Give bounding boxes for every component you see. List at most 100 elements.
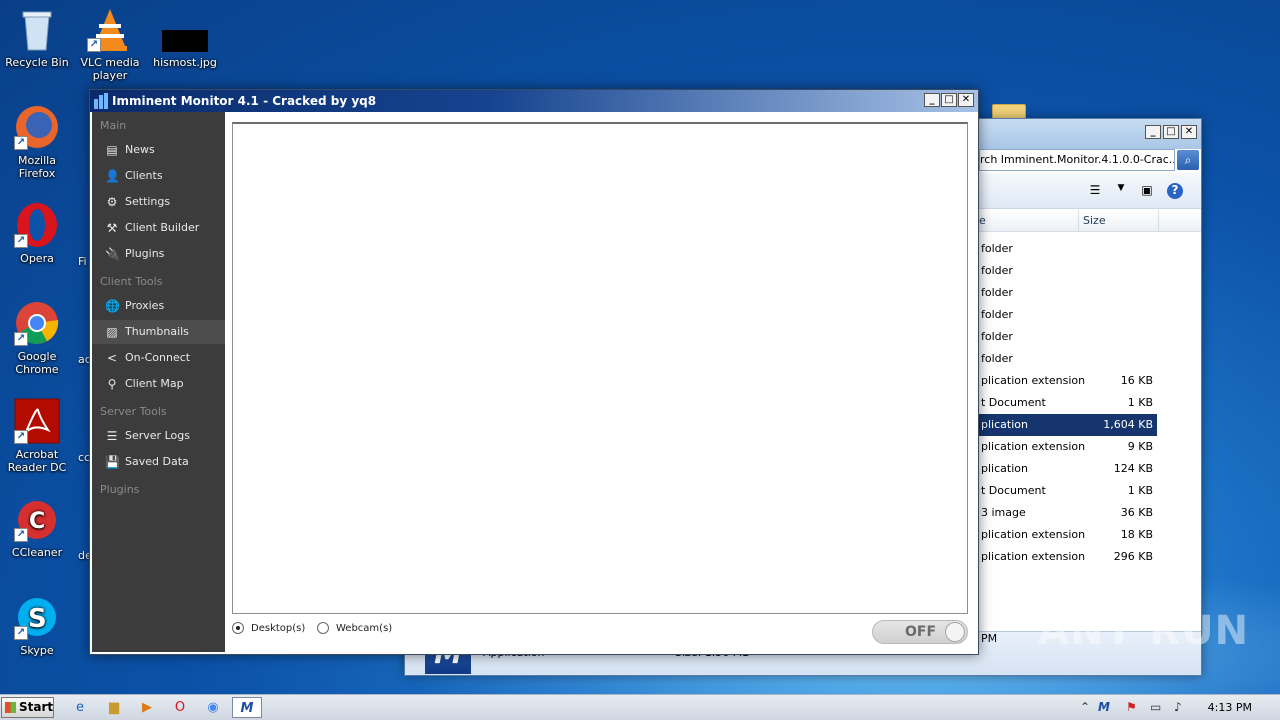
sidebar-item-clients[interactable]: 👤 Clients — [92, 164, 225, 188]
desktop-icon-hismost[interactable]: hismost.jpg — [148, 6, 222, 69]
logs-icon: ☰ — [106, 429, 118, 443]
taskbar-ie-icon[interactable]: e — [65, 697, 95, 718]
sidebar-item-label: Saved Data — [125, 455, 189, 468]
desktop-icon-ccleaner[interactable]: C ↗ CCleaner — [0, 496, 74, 559]
sidebar-item-client-map[interactable]: ⚲ Client Map — [92, 372, 225, 396]
details-time: PM — [981, 632, 998, 645]
file-row[interactable]: folder — [975, 260, 1157, 282]
radio-button[interactable] — [232, 622, 244, 634]
app-title: Imminent Monitor 4.1 - Cracked by yq8 — [112, 94, 377, 108]
taskbar-clock[interactable]: 4:13 PM — [1208, 701, 1252, 714]
close-button[interactable]: ✕ — [1181, 125, 1197, 139]
sidebar-item-label: Settings — [125, 195, 171, 208]
shortcut-arrow-icon: ↗ — [14, 234, 28, 248]
volume-icon[interactable]: ♪ — [1174, 700, 1182, 714]
file-type: plication — [981, 418, 1028, 431]
action-center-icon[interactable]: ⚑ — [1126, 700, 1137, 714]
imminent-monitor-window[interactable]: Imminent Monitor 4.1 - Cracked by yq8 _ … — [89, 89, 979, 655]
desktop-icon-label: Google Chrome — [15, 350, 59, 376]
view-options-icon[interactable]: ☰ — [1087, 183, 1103, 199]
sidebar-item-news[interactable]: ▤ News — [92, 138, 225, 162]
svg-text:S: S — [28, 604, 47, 634]
column-header-type[interactable]: e — [975, 210, 1079, 231]
sidebar-item-on-connect[interactable]: < On-Connect — [92, 346, 225, 370]
desktop-icon-chrome[interactable]: ↗ Google Chrome — [0, 300, 74, 376]
file-row[interactable]: plication 124 KB — [975, 458, 1157, 480]
sidebar-item-server-logs[interactable]: ☰ Server Logs — [92, 424, 225, 448]
file-row[interactable]: folder — [975, 304, 1157, 326]
file-size: 1 KB — [1127, 484, 1153, 497]
thumbnails-panel[interactable] — [232, 122, 968, 614]
start-label: Start — [19, 700, 54, 714]
file-row[interactable]: folder — [975, 282, 1157, 304]
sidebar-item-label: Plugins — [125, 247, 165, 260]
news-icon: ▤ — [106, 143, 118, 157]
shortcut-arrow-icon: ↗ — [87, 38, 101, 52]
radio-webcams[interactable]: Webcam(s) — [317, 622, 392, 634]
desktop-icon-recycle-bin[interactable]: Recycle Bin — [0, 6, 74, 69]
sidebar-item-plugins[interactable]: 🔌 Plugins — [92, 242, 225, 266]
start-button[interactable]: Start — [1, 697, 54, 718]
desktop-icon-skype[interactable]: S ↗ Skype — [0, 594, 74, 657]
sidebar-item-label: Client Builder — [125, 221, 200, 234]
shortcut-arrow-icon: ↗ — [14, 528, 28, 542]
sidebar-item-saved-data[interactable]: 💾 Saved Data — [92, 450, 225, 474]
column-header-size[interactable]: Size — [1079, 210, 1159, 231]
desktop-icon-acrobat[interactable]: ↗ Acrobat Reader DC — [0, 398, 74, 474]
show-hidden-icons-icon[interactable]: ⌃ — [1080, 700, 1090, 714]
help-icon[interactable]: ? — [1167, 183, 1183, 199]
file-row[interactable]: plication extension 9 KB — [975, 436, 1157, 458]
thumbnails-toggle[interactable]: OFF — [872, 620, 968, 644]
sidebar-item-client-builder[interactable]: ⚒ Client Builder — [92, 216, 225, 240]
skype-icon: S ↗ — [14, 594, 60, 640]
file-size: 1 KB — [1127, 396, 1153, 409]
sidebar-section-main: Main — [100, 119, 127, 132]
radio-button[interactable] — [317, 622, 329, 634]
taskbar-opera-icon[interactable]: O — [165, 697, 195, 718]
taskbar-chrome-icon[interactable]: ◉ — [198, 697, 228, 718]
taskbar-explorer-icon[interactable]: ▆ — [99, 697, 129, 718]
hammer-icon: ⚒ — [106, 221, 118, 235]
desktop-icon-opera[interactable]: ↗ Opera — [0, 202, 74, 265]
file-row[interactable]: 3 image 36 KB — [975, 502, 1157, 524]
sidebar-item-thumbnails[interactable]: ▨ Thumbnails — [92, 320, 225, 344]
file-row[interactable]: plication extension 18 KB — [975, 524, 1157, 546]
image-file-icon — [162, 6, 208, 52]
taskbar-imminent-monitor-icon[interactable]: M — [232, 697, 262, 718]
file-type: folder — [981, 330, 1013, 343]
radio-desktops[interactable]: Desktop(s) — [232, 622, 305, 634]
file-type: folder — [981, 352, 1013, 365]
radio-label: Webcam(s) — [336, 622, 393, 634]
file-row[interactable]: folder — [975, 326, 1157, 348]
file-row[interactable]: plication extension 16 KB — [975, 370, 1157, 392]
preview-pane-icon[interactable]: ▣ — [1139, 183, 1155, 199]
tray-imminent-monitor-icon[interactable]: M — [1098, 700, 1110, 714]
file-row[interactable]: folder — [975, 238, 1157, 260]
file-row[interactable]: plication extension 296 KB — [975, 546, 1157, 568]
chevron-down-icon[interactable]: ▼ — [1113, 183, 1129, 199]
network-icon[interactable]: ▭ — [1150, 700, 1161, 714]
file-row[interactable]: t Document 1 KB — [975, 480, 1157, 502]
ccleaner-icon: C ↗ — [14, 496, 60, 542]
maximize-button[interactable]: □ — [1163, 125, 1179, 139]
file-row[interactable]: plication 1,604 KB — [975, 414, 1157, 436]
minimize-button[interactable]: _ — [1145, 125, 1161, 139]
desktop-icon-vlc[interactable]: ↗ VLC media player — [73, 6, 147, 82]
file-row[interactable]: t Document 1 KB — [975, 392, 1157, 414]
search-icon[interactable]: ⌕ — [1177, 150, 1199, 170]
sidebar-item-settings[interactable]: ⚙ Settings — [92, 190, 225, 214]
explorer-search-input[interactable]: rch Imminent.Monitor.4.1.0.0-Crac... — [979, 149, 1175, 171]
desktop-icon-label: Acrobat Reader DC — [7, 448, 67, 474]
file-type: plication extension — [981, 440, 1086, 453]
taskbar-media-player-icon[interactable]: ▶ — [132, 697, 162, 718]
close-button[interactable]: ✕ — [958, 93, 974, 107]
app-titlebar[interactable]: Imminent Monitor 4.1 - Cracked by yq8 _ … — [90, 90, 978, 112]
minimize-button[interactable]: _ — [924, 93, 940, 107]
map-pin-icon: ⚲ — [107, 377, 117, 391]
file-row[interactable]: folder — [975, 348, 1157, 370]
file-type: plication extension — [981, 374, 1086, 387]
sidebar-item-proxies[interactable]: 🌐 Proxies — [92, 294, 225, 318]
maximize-button[interactable]: □ — [941, 93, 957, 107]
shortcut-arrow-icon: ↗ — [14, 136, 28, 150]
desktop-icon-firefox[interactable]: ↗ Mozilla Firefox — [0, 104, 74, 180]
